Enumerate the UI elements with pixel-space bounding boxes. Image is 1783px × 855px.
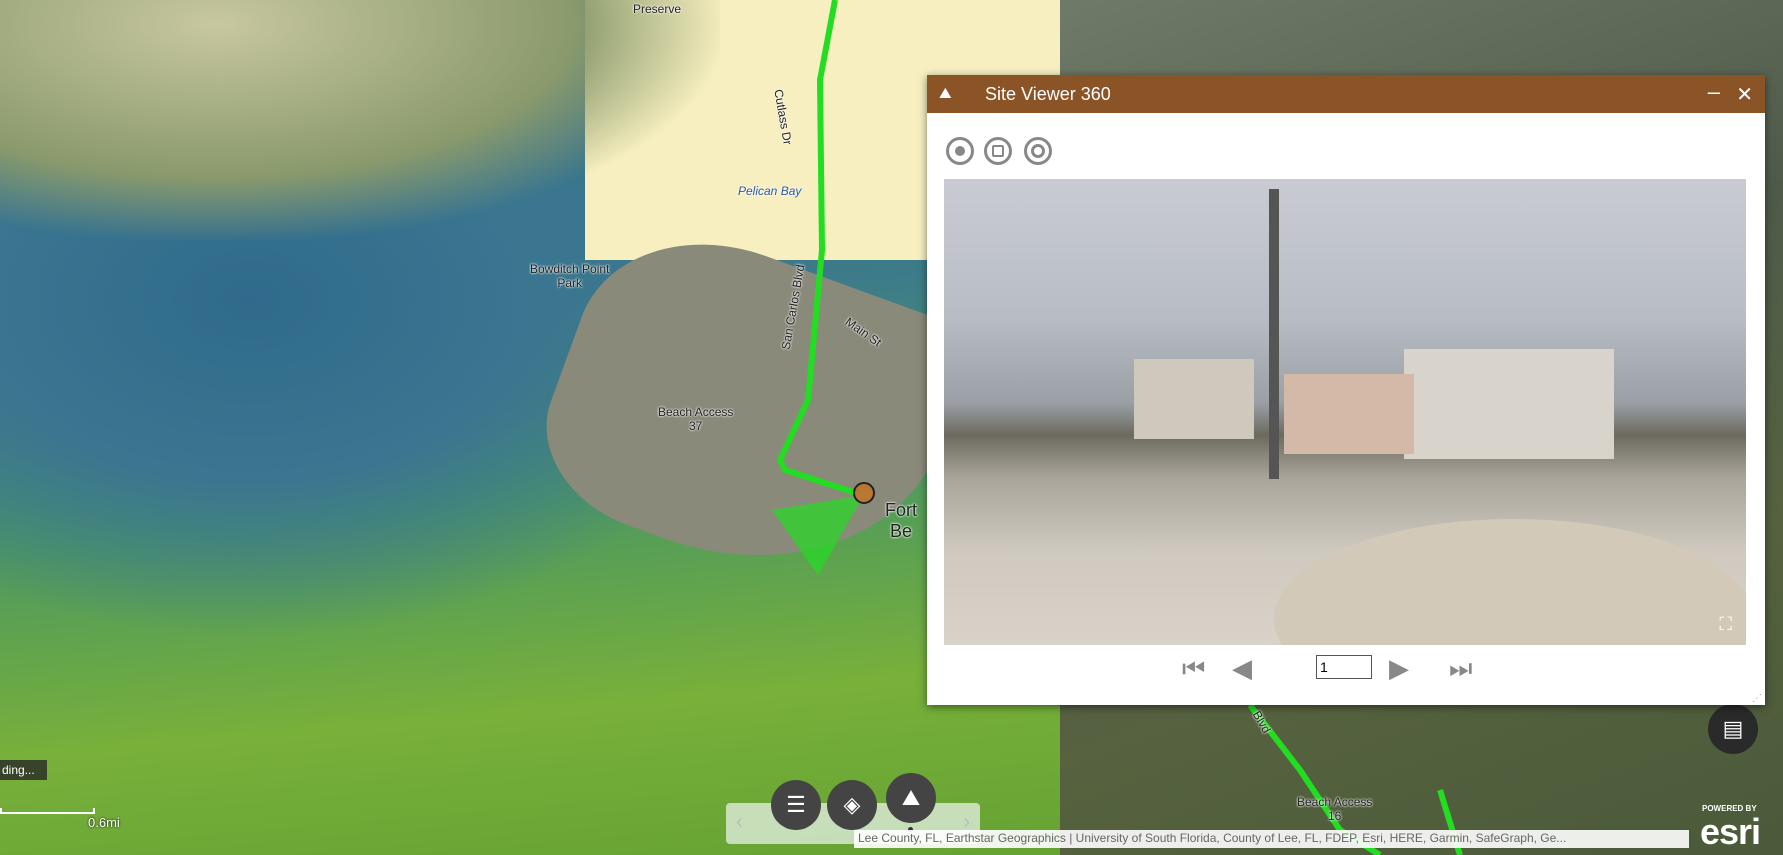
fullscreen-icon[interactable]: ⛶ — [1719, 614, 1732, 635]
route-line — [776, 0, 863, 498]
panorama-image[interactable]: ⛶ — [944, 179, 1746, 645]
scale-bar — [0, 808, 95, 814]
next-button[interactable]: ▶ — [1389, 653, 1409, 684]
target-tool[interactable] — [1024, 137, 1052, 165]
layers-icon: ◈ — [843, 792, 861, 817]
loading-indicator: ding... — [0, 760, 47, 780]
panel-title: Site Viewer 360 — [985, 83, 1111, 104]
attribution[interactable]: Lee County, FL, Earthstar Geographics | … — [854, 830, 1689, 848]
label-preserve: Preserve — [633, 2, 682, 16]
label-pelican-bay: Pelican Bay — [738, 184, 802, 198]
site-viewer-button[interactable]: ⛰ — [886, 773, 936, 823]
minimize-button[interactable]: – — [1708, 79, 1720, 105]
label-beach-access-16: Beach Access 16 — [1297, 795, 1373, 823]
sand-pile — [1274, 519, 1746, 645]
target-icon — [1031, 144, 1045, 158]
list-button[interactable]: ☰ — [771, 780, 821, 830]
site-viewer-panel: ⛰ Site Viewer 360 – ✕ ⛶ ⏮ ◀ ▶ ⏭ ⋰ — [927, 75, 1765, 705]
utility-pole — [1269, 189, 1279, 479]
list-icon: ☰ — [786, 792, 806, 817]
esri-logo[interactable]: esri — [1700, 811, 1761, 853]
page-input[interactable] — [1316, 655, 1372, 679]
view-cone — [772, 495, 864, 575]
pan-tool[interactable] — [984, 137, 1012, 165]
scale-label: 0.6mi — [88, 815, 120, 830]
legend-button[interactable]: ▤ — [1708, 704, 1758, 754]
layers-button[interactable]: ◈ — [827, 780, 877, 830]
resize-handle[interactable]: ⋰ — [1752, 693, 1762, 704]
previous-button[interactable]: ◀ — [1232, 653, 1252, 684]
toolbar-prev[interactable]: ‹ — [736, 811, 743, 834]
camera-location — [853, 482, 875, 504]
panorama-icon: ⛰ — [939, 85, 952, 102]
label-bowditch: Bowditch Point Park — [530, 262, 610, 290]
house — [1404, 349, 1614, 459]
house — [1134, 359, 1254, 439]
label-beach-access-37: Beach Access 37 — [658, 405, 734, 433]
legend-icon: ▤ — [1722, 716, 1744, 741]
last-button[interactable]: ⏭ — [1449, 653, 1472, 685]
first-button[interactable]: ⏮ — [1182, 653, 1205, 685]
locate-tool[interactable] — [946, 137, 974, 165]
house — [1284, 374, 1414, 454]
panel-header[interactable]: ⛰ Site Viewer 360 – ✕ — [927, 75, 1765, 113]
label-fort-myers-beach: Fort Be — [885, 500, 918, 541]
close-button[interactable]: ✕ — [1736, 82, 1753, 107]
crosshair-icon — [992, 145, 1004, 157]
locate-icon — [955, 146, 965, 156]
site-viewer-icon: ⛰ — [901, 785, 921, 810]
